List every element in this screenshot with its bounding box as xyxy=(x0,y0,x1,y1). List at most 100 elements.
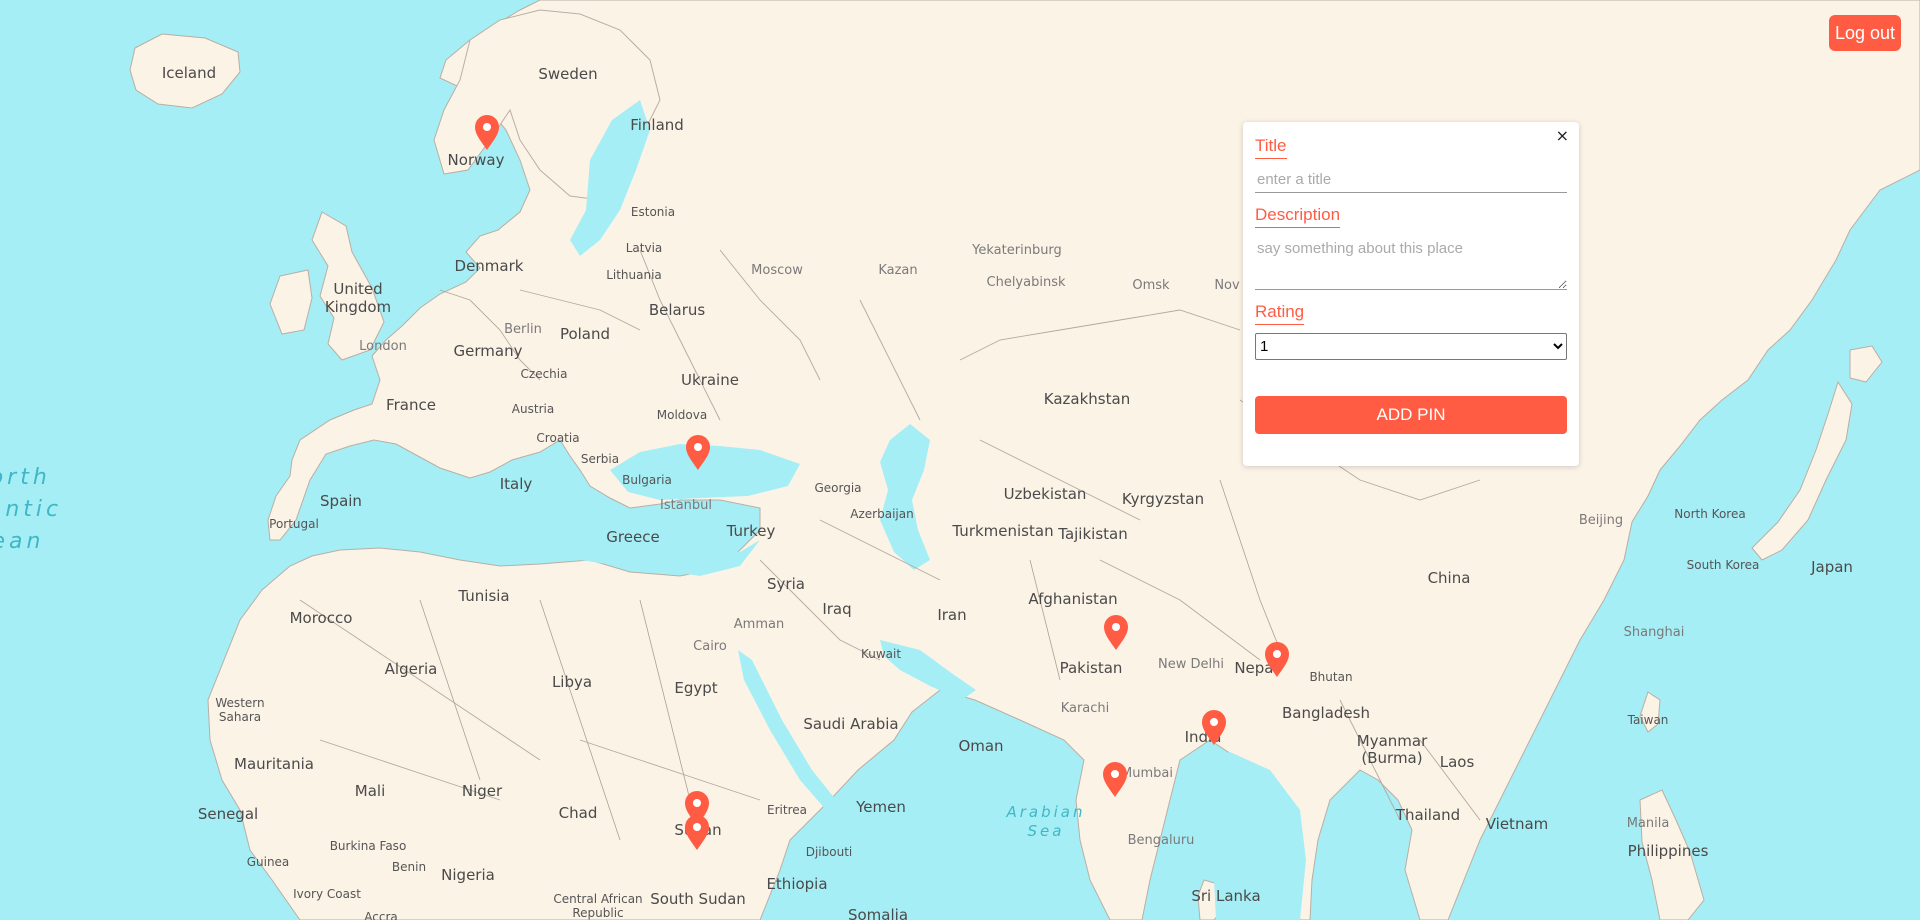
label-iran: Iran xyxy=(937,606,966,624)
label-finland: Finland xyxy=(630,116,684,134)
label-amman: Amman xyxy=(734,617,784,632)
label-moscow: Moscow xyxy=(751,263,803,278)
label-taiwan: Taiwan xyxy=(1627,713,1669,727)
label-turkmenistan: Turkmenistan xyxy=(951,522,1053,540)
label-spain: Spain xyxy=(320,492,362,510)
label-turkey: Turkey xyxy=(726,522,776,540)
label-laos: Laos xyxy=(1440,753,1475,771)
label-karachi: Karachi xyxy=(1061,701,1110,716)
label-kuwait: Kuwait xyxy=(861,647,901,661)
close-icon[interactable]: × xyxy=(1556,126,1569,145)
label-serbia: Serbia xyxy=(581,452,619,466)
label-djibouti: Djibouti xyxy=(806,845,853,859)
label-myanmar: Myanmar xyxy=(1357,732,1428,750)
label-tajikistan: Tajikistan xyxy=(1057,525,1127,543)
label-czechia: Czechia xyxy=(521,367,568,381)
label-manila: Manila xyxy=(1627,816,1670,831)
label-benin: Benin xyxy=(392,860,426,874)
label-shanghai: Shanghai xyxy=(1624,625,1685,640)
label-mumbai: Mumbai xyxy=(1121,766,1173,781)
label-burma: (Burma) xyxy=(1361,749,1422,767)
label-norway: Norway xyxy=(448,151,505,169)
label-kazan: Kazan xyxy=(878,263,917,278)
label-bangladesh: Bangladesh xyxy=(1282,704,1370,722)
label-austria: Austria xyxy=(512,402,554,416)
label-omsk: Omsk xyxy=(1132,278,1170,293)
label-azerbaijan: Azerbaijan xyxy=(850,507,913,521)
label-western: Western xyxy=(215,696,264,710)
add-pin-popup: × Title Description Rating 1 ADD PIN xyxy=(1243,122,1579,466)
label-pakistan: Pakistan xyxy=(1060,659,1123,677)
label-china: China xyxy=(1428,569,1471,587)
description-textarea[interactable] xyxy=(1255,236,1567,290)
label-new-delhi: New Delhi xyxy=(1158,657,1224,672)
label-mali: Mali xyxy=(355,782,385,800)
label-london: London xyxy=(359,339,407,354)
label-senegal: Senegal xyxy=(198,805,258,823)
label-croatia: Croatia xyxy=(536,431,579,445)
logout-button[interactable]: Log out xyxy=(1829,15,1901,51)
label-yekaterinburg: Yekaterinburg xyxy=(971,243,1062,258)
label-bengaluru: Bengaluru xyxy=(1128,833,1195,848)
label-denmark: Denmark xyxy=(455,257,524,275)
label-chelyabinsk: Chelyabinsk xyxy=(987,275,1066,290)
label-oman: Oman xyxy=(958,737,1003,755)
label-yemen: Yemen xyxy=(855,798,906,816)
label-greece: Greece xyxy=(606,528,659,546)
label-antic: antic xyxy=(0,497,62,522)
label-chad: Chad xyxy=(559,804,598,822)
label-nigeria: Nigeria xyxy=(441,866,495,884)
label-mauritania: Mauritania xyxy=(234,755,314,773)
label-south-sudan: South Sudan xyxy=(650,890,746,908)
label-burkina-faso: Burkina Faso xyxy=(330,839,407,853)
title-label: Title xyxy=(1255,136,1287,159)
label-germany: Germany xyxy=(454,342,523,360)
label-kingdom: Kingdom xyxy=(325,298,391,316)
label-iceland: Iceland xyxy=(162,64,216,82)
label-ivory-coast: Ivory Coast xyxy=(293,887,361,901)
label-bhutan: Bhutan xyxy=(1309,670,1352,684)
title-input[interactable] xyxy=(1255,167,1567,193)
label-libya: Libya xyxy=(552,673,592,691)
label-south-korea: South Korea xyxy=(1687,558,1760,572)
label-japan: Japan xyxy=(1810,558,1853,576)
label-thailand: Thailand xyxy=(1395,806,1460,824)
label-georgia: Georgia xyxy=(814,481,861,495)
label-north: North xyxy=(0,465,51,490)
label-latvia: Latvia xyxy=(626,241,663,255)
label-belarus: Belarus xyxy=(649,301,706,319)
label-beijing: Beijing xyxy=(1579,513,1623,528)
label-philippines: Philippines xyxy=(1628,842,1709,860)
label-moldova: Moldova xyxy=(657,408,707,422)
description-label: Description xyxy=(1255,205,1341,228)
label-morocco: Morocco xyxy=(290,609,353,627)
label-iraq: Iraq xyxy=(822,600,851,618)
label-eritrea: Eritrea xyxy=(767,803,807,817)
add-pin-button[interactable]: ADD PIN xyxy=(1255,396,1567,434)
label-france: France xyxy=(386,396,436,414)
label-uzbekistan: Uzbekistan xyxy=(1004,485,1087,503)
label-berlin: Berlin xyxy=(504,322,542,337)
label-lithuania: Lithuania xyxy=(606,268,662,282)
world-map[interactable]: Iceland Sweden Finland Norway Estonia La… xyxy=(0,0,1920,920)
label-niger: Niger xyxy=(462,782,503,800)
label-portugal: Portugal xyxy=(269,517,319,531)
add-pin-form: Title Description Rating 1 ADD PIN xyxy=(1255,136,1567,434)
label-central-african: Central African xyxy=(553,892,642,906)
label-algeria: Algeria xyxy=(385,660,438,678)
label-north-korea: North Korea xyxy=(1674,507,1745,521)
label-ean: ean xyxy=(0,529,44,554)
label-arabian: Arabian xyxy=(1005,803,1085,821)
label-sri-lanka: Sri Lanka xyxy=(1191,887,1260,905)
label-sea: Sea xyxy=(1028,822,1065,840)
label-sweden: Sweden xyxy=(538,65,597,83)
label-estonia: Estonia xyxy=(631,205,675,219)
label-kyrgyzstan: Kyrgyzstan xyxy=(1122,490,1204,508)
label-afghanistan: Afghanistan xyxy=(1028,590,1117,608)
rating-select[interactable]: 1 xyxy=(1255,333,1567,360)
label-united: United xyxy=(333,280,382,298)
label-saudi-arabia: Saudi Arabia xyxy=(803,715,898,733)
label-istanbul: Istanbul xyxy=(660,498,712,513)
rating-label: Rating xyxy=(1255,302,1305,325)
label-republic: Republic xyxy=(572,906,623,920)
